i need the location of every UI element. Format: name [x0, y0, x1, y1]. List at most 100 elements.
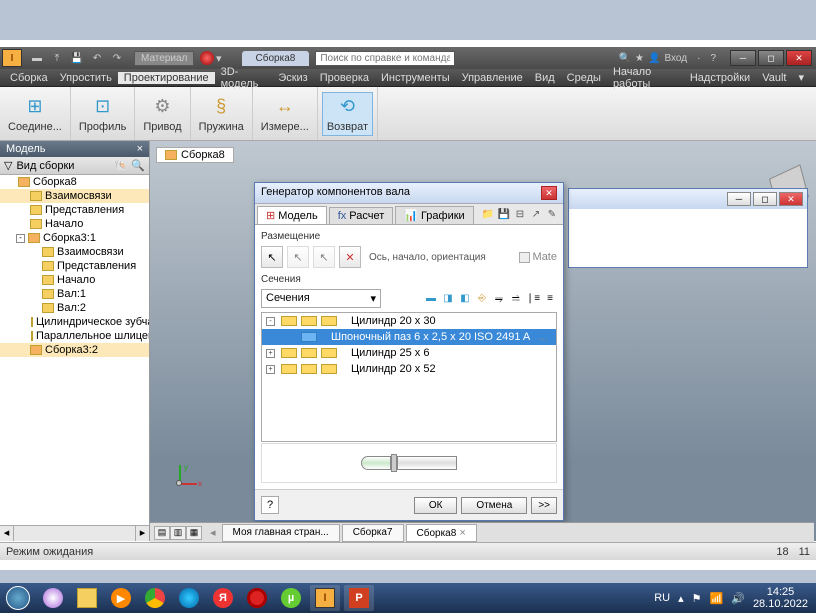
tree-item[interactable]: Сборка3:2	[0, 343, 149, 357]
search-input[interactable]	[315, 51, 455, 66]
menu-среды[interactable]: Среды	[561, 72, 607, 84]
section-item[interactable]: +Цилиндр 25 x 6	[262, 345, 556, 361]
cascade-icon[interactable]: ▦	[186, 526, 202, 540]
select-orient-button[interactable]: ↖	[313, 246, 335, 268]
expand-button[interactable]: >>	[531, 497, 557, 514]
panel-close-icon[interactable]: ×	[137, 143, 143, 155]
view-mode-label[interactable]: Вид сборки	[16, 160, 74, 172]
sec-maximize-button[interactable]: ◻	[753, 192, 777, 206]
model-panel-header[interactable]: Модель ×	[0, 141, 149, 157]
sec-split-icon[interactable]: ⥭	[492, 292, 506, 306]
help-icon[interactable]: ?	[710, 53, 716, 64]
menu-начало работы[interactable]: Начало работы	[607, 66, 684, 90]
inventor-app-icon[interactable]: I	[2, 49, 22, 67]
taskbar-yandex-icon[interactable]: Я	[208, 585, 238, 611]
login-link[interactable]: Вход	[664, 53, 687, 64]
tree-item[interactable]: Начало	[0, 273, 149, 287]
taskbar-edge-icon[interactable]	[174, 585, 204, 611]
taskbar-explorer-icon[interactable]	[72, 585, 102, 611]
menu-проектирование[interactable]: Проектирование	[118, 72, 215, 84]
sec-view3-icon[interactable]: ◧	[458, 292, 472, 306]
flip-button[interactable]: ✕	[339, 246, 361, 268]
sec-tree-icon[interactable]: ❘≡	[526, 292, 540, 306]
section-item[interactable]: -Цилиндр 20 x 30	[262, 313, 556, 329]
sec-view1-icon[interactable]: ▬	[424, 292, 438, 306]
dialog-help-button[interactable]: ?	[261, 496, 279, 514]
menu-упростить[interactable]: Упростить	[54, 72, 118, 84]
doc-tab[interactable]: Моя главная стран...	[222, 524, 340, 542]
tile-v-icon[interactable]: ▥	[170, 526, 186, 540]
tab-graphs[interactable]: 📊Графики	[395, 206, 473, 224]
dlg-opt2-icon[interactable]: ↗	[529, 207, 543, 221]
tree-item[interactable]: Взаимосвязи	[0, 245, 149, 259]
qat-undo-icon[interactable]: ↶	[90, 51, 104, 65]
tree-item[interactable]: Взаимосвязи	[0, 189, 149, 203]
user-icon[interactable]: 👤	[648, 53, 660, 64]
tab-calculation[interactable]: fxРасчет	[329, 207, 394, 224]
dlg-folder-icon[interactable]: 📁	[481, 207, 495, 221]
section-item[interactable]: Шпоночный паз 6 x 2,5 x 20 ISO 2491 A...	[262, 329, 556, 345]
ok-button[interactable]: ОК	[414, 497, 458, 514]
section-item[interactable]: +Цилиндр 20 x 52	[262, 361, 556, 377]
dialog-titlebar[interactable]: Генератор компонентов вала ✕	[255, 183, 563, 204]
tree-item[interactable]: Цилиндрическое зубчатое	[0, 315, 149, 329]
search-icon[interactable]: 🔍	[619, 53, 631, 64]
tile-h-icon[interactable]: ▤	[154, 526, 170, 540]
ribbon-Соедине...[interactable]: ⊞Соедине...	[4, 93, 66, 135]
qat-redo-icon[interactable]: ↷	[110, 51, 124, 65]
star-icon[interactable]: ★	[635, 53, 644, 64]
appearance-orb-icon[interactable]	[200, 51, 214, 65]
start-button[interactable]	[0, 583, 36, 613]
tree-item[interactable]: Сборка8	[0, 175, 149, 189]
tray-vol-icon[interactable]: 🔊	[731, 592, 745, 605]
menu-управление[interactable]: Управление	[456, 72, 529, 84]
cancel-button[interactable]: Отмена	[461, 497, 527, 514]
qat-open-icon[interactable]: ⤒	[50, 51, 64, 65]
select-axis-button[interactable]: ↖	[261, 246, 283, 268]
ribbon-Измере...[interactable]: ↔Измере...	[257, 93, 313, 135]
menu-надстройки[interactable]: Надстройки	[684, 72, 756, 84]
ribbon-Возврат[interactable]: ⟲Возврат	[322, 92, 373, 136]
tab-model[interactable]: ⊞Модель	[257, 206, 327, 224]
taskbar-app1-icon[interactable]	[38, 585, 68, 611]
sec-minimize-button[interactable]: ─	[727, 192, 751, 206]
tray-flag-icon[interactable]: ⚑	[692, 592, 702, 605]
dlg-opt1-icon[interactable]: ⊟	[513, 207, 527, 221]
sec-close-button[interactable]: ✕	[779, 192, 803, 206]
tray-clock[interactable]: 14:25 28.10.2022	[753, 586, 808, 610]
sec-insert-icon[interactable]: ⎆	[475, 292, 489, 306]
tree-item[interactable]: Вал:2	[0, 301, 149, 315]
taskbar-chrome-icon[interactable]	[140, 585, 170, 611]
menu-инструменты[interactable]: Инструменты	[375, 72, 456, 84]
close-button[interactable]: ✕	[786, 50, 812, 66]
menu-3d-модель[interactable]: 3D-модель	[215, 66, 273, 90]
search-tree-icon[interactable]: 🐚	[114, 159, 128, 172]
select-start-button[interactable]: ↖	[287, 246, 309, 268]
taskbar-media-icon[interactable]: ▶	[106, 585, 136, 611]
material-selector[interactable]: Материал	[134, 51, 194, 66]
ribbon-Профиль[interactable]: ⊡Профиль	[75, 93, 131, 135]
ribbon-Привод[interactable]: ⚙Привод	[139, 93, 185, 135]
menu-сборка[interactable]: Сборка	[4, 72, 54, 84]
ribbon-Пружина[interactable]: §Пружина	[195, 93, 248, 135]
viewport-document-tab[interactable]: Сборка8	[156, 147, 234, 163]
sec-view2-icon[interactable]: ◨	[441, 292, 455, 306]
model-tree[interactable]: Сборка8ВзаимосвязиПредставленияНачало-Сб…	[0, 175, 149, 525]
sec-join-icon[interactable]: ⥬	[509, 292, 523, 306]
tray-net-icon[interactable]: 📶	[710, 592, 724, 605]
minimize-button[interactable]: ─	[730, 50, 756, 66]
menu-вид[interactable]: Вид	[529, 72, 561, 84]
taskbar-opera-icon[interactable]	[242, 585, 272, 611]
dialog-close-button[interactable]: ✕	[541, 186, 557, 200]
taskbar-inventor-icon[interactable]: I	[310, 585, 340, 611]
filter-icon[interactable]: ▽	[4, 159, 12, 172]
tree-item[interactable]: Параллельное шлицевое с	[0, 329, 149, 343]
doc-tab[interactable]: Сборка7	[342, 524, 404, 542]
sections-combo[interactable]: Сечения▾	[261, 289, 381, 308]
tray-up-icon[interactable]: ▴	[678, 592, 684, 605]
qat-save-icon[interactable]: 💾	[70, 51, 84, 65]
taskbar-utorrent-icon[interactable]: µ	[276, 585, 306, 611]
qat-new-icon[interactable]: ▬	[30, 51, 44, 65]
taskbar-powerpoint-icon[interactable]: P	[344, 585, 374, 611]
dlg-opt3-icon[interactable]: ✎	[545, 207, 559, 221]
